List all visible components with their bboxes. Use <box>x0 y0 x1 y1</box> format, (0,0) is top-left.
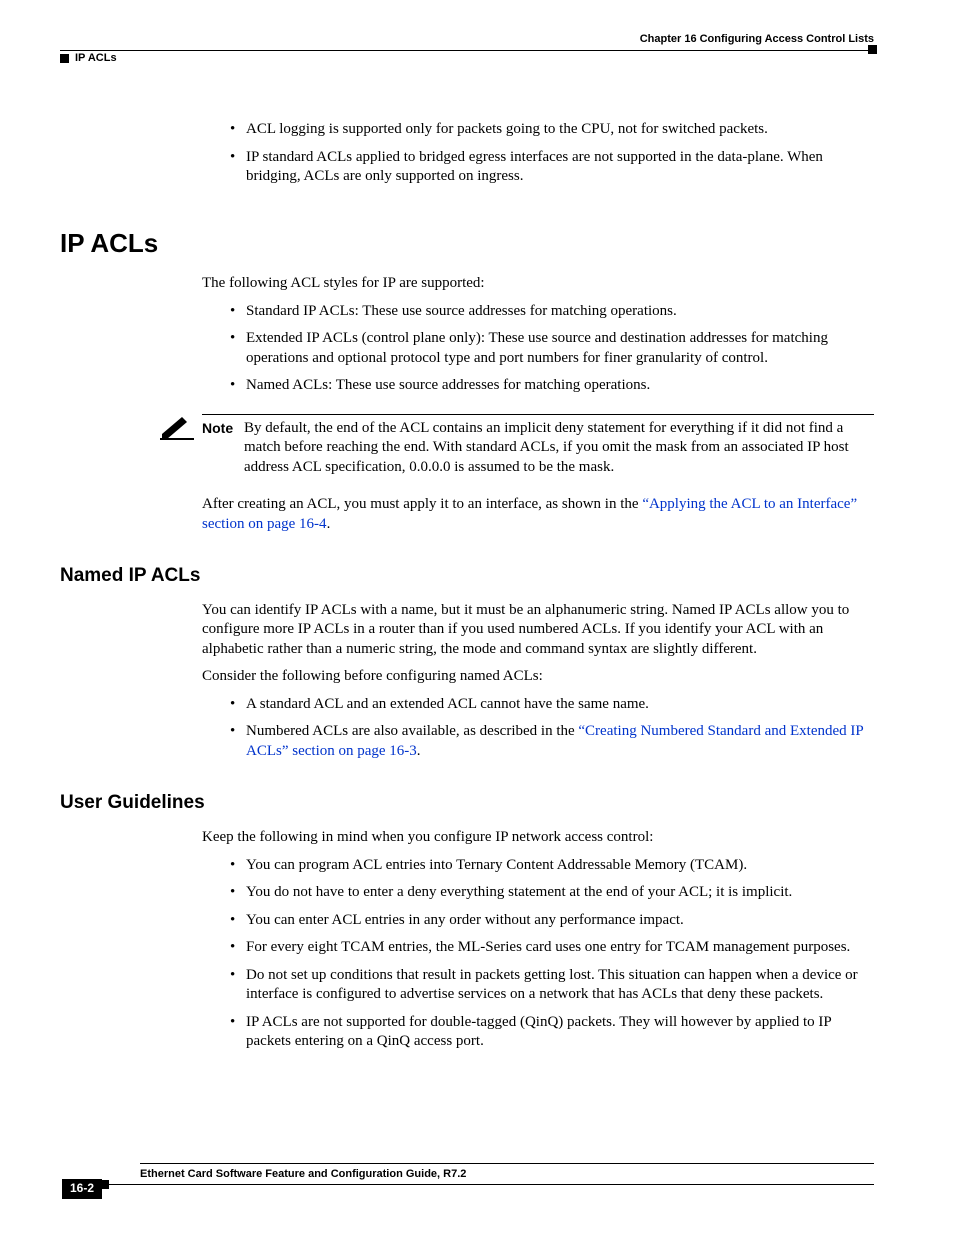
bullet-text: Named ACLs: These use source addresses f… <box>246 376 874 396</box>
intro-bullets: • ACL logging is supported only for pack… <box>60 120 874 187</box>
bullet-icon: • <box>230 856 246 876</box>
header-square-icon <box>868 45 877 54</box>
page-footer: Ethernet Card Software Feature and Confi… <box>60 1163 874 1185</box>
footer-rule <box>105 1184 874 1185</box>
bullet-icon: • <box>230 966 246 1005</box>
paragraph: The following ACL styles for IP are supp… <box>60 274 874 294</box>
note-label: Note <box>202 419 244 478</box>
header-rule <box>60 50 872 51</box>
list-item: • You can enter ACL entries in any order… <box>230 911 874 931</box>
bullet-text: ACL logging is supported only for packet… <box>246 120 874 140</box>
bullet-icon: • <box>230 120 246 140</box>
paragraph: Keep the following in mind when you conf… <box>60 828 874 848</box>
note-pencil-icon <box>160 414 196 478</box>
list-item: • ACL logging is supported only for pack… <box>230 120 874 140</box>
list-item: • Extended IP ACLs (control plane only):… <box>230 329 874 368</box>
bullet-text: Do not set up conditions that result in … <box>246 966 874 1005</box>
paragraph: You can identify IP ACLs with a name, bu… <box>60 601 874 660</box>
list-item: • A standard ACL and an extended ACL can… <box>230 695 874 715</box>
header-left: IP ACLs <box>60 51 117 65</box>
list-item: • You can program ACL entries into Terna… <box>230 856 874 876</box>
bullet-text: For every eight TCAM entries, the ML-Ser… <box>246 938 874 958</box>
header-section: IP ACLs <box>75 51 117 65</box>
bullet-icon: • <box>230 329 246 368</box>
page-header: Chapter 16 Configuring Access Control Li… <box>60 32 874 46</box>
text-fragment: . <box>327 516 331 532</box>
bullet-text: Standard IP ACLs: These use source addre… <box>246 302 874 322</box>
note-text: By default, the end of the ACL contains … <box>244 419 874 478</box>
list-item: • IP ACLs are not supported for double-t… <box>230 1013 874 1052</box>
bullet-text: A standard ACL and an extended ACL canno… <box>246 695 874 715</box>
bullet-icon: • <box>230 376 246 396</box>
footer-rule <box>140 1163 874 1164</box>
list-item: • IP standard ACLs applied to bridged eg… <box>230 148 874 187</box>
bullet-text: IP ACLs are not supported for double-tag… <box>246 1013 874 1052</box>
paragraph: Consider the following before configurin… <box>60 667 874 687</box>
bullet-text: You can enter ACL entries in any order w… <box>246 911 874 931</box>
bullet-icon: • <box>230 938 246 958</box>
paragraph: After creating an ACL, you must apply it… <box>60 495 874 534</box>
page-number: 16-2 <box>62 1179 102 1199</box>
page-content: • ACL logging is supported only for pack… <box>60 120 874 1062</box>
list-item: • Do not set up conditions that result i… <box>230 966 874 1005</box>
heading-named-ip-acls: Named IP ACLs <box>60 564 874 589</box>
bullet-icon: • <box>230 911 246 931</box>
bullet-icon: • <box>230 302 246 322</box>
bullet-text: You can program ACL entries into Ternary… <box>246 856 874 876</box>
list-item: • You do not have to enter a deny everyt… <box>230 883 874 903</box>
guidelines-bullets: • You can program ACL entries into Terna… <box>60 856 874 1052</box>
header-chapter: Chapter 16 Configuring Access Control Li… <box>640 32 874 46</box>
list-item: • For every eight TCAM entries, the ML-S… <box>230 938 874 958</box>
bullet-icon: • <box>230 722 246 761</box>
footer-title: Ethernet Card Software Feature and Confi… <box>140 1167 874 1181</box>
note-rule <box>202 414 874 415</box>
bullet-text: Numbered ACLs are also available, as des… <box>246 722 874 761</box>
text-fragment: After creating an ACL, you must apply it… <box>202 496 642 512</box>
ip-acls-bullets: • Standard IP ACLs: These use source add… <box>60 302 874 396</box>
text-fragment: Numbered ACLs are also available, as des… <box>246 723 578 739</box>
heading-ip-acls: IP ACLs <box>60 227 874 261</box>
named-bullets: • A standard ACL and an extended ACL can… <box>60 695 874 762</box>
bullet-icon: • <box>230 148 246 187</box>
text-fragment: . <box>417 743 421 759</box>
list-item: • Numbered ACLs are also available, as d… <box>230 722 874 761</box>
bullet-icon: • <box>230 1013 246 1052</box>
header-square-icon <box>60 54 69 63</box>
bullet-text: Extended IP ACLs (control plane only): T… <box>246 329 874 368</box>
list-item: • Named ACLs: These use source addresses… <box>230 376 874 396</box>
bullet-text: IP standard ACLs applied to bridged egre… <box>246 148 874 187</box>
bullet-icon: • <box>230 883 246 903</box>
list-item: • Standard IP ACLs: These use source add… <box>230 302 874 322</box>
bullet-icon: • <box>230 695 246 715</box>
note-block: Note By default, the end of the ACL cont… <box>60 414 874 478</box>
heading-user-guidelines: User Guidelines <box>60 791 874 816</box>
bullet-text: You do not have to enter a deny everythi… <box>246 883 874 903</box>
